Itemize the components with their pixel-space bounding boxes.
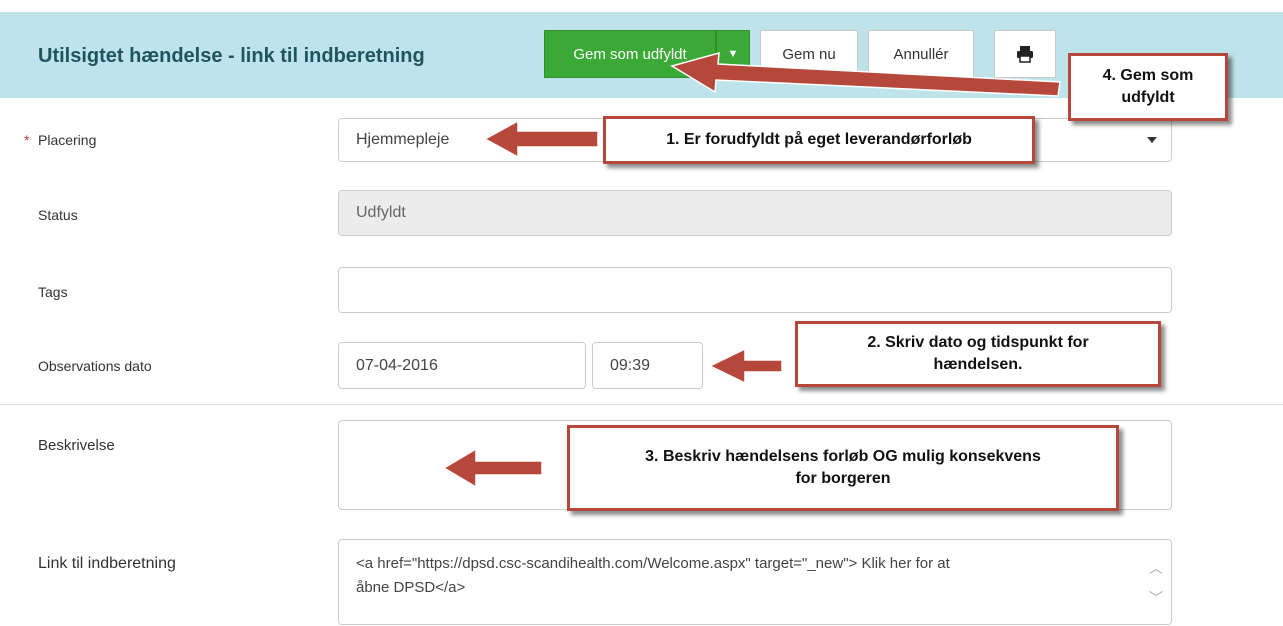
callout-3-line-1: 3. Beskriv hændelsens forløb OG mulig ko… (645, 448, 1041, 465)
chevron-down-icon (1147, 137, 1157, 143)
link-label: Link til indberetning (38, 555, 176, 572)
page-title: Utilsigtet hændelse - link til indberetn… (38, 45, 425, 67)
callout-1-text: 1. Er forudfyldt på eget leverandørforlø… (666, 131, 972, 148)
callout-2-line-1: 2. Skriv dato og tidspunkt for (867, 334, 1089, 351)
callout-1: 1. Er forudfyldt på eget leverandørforlø… (603, 116, 1035, 164)
callout-4-line-1: 4. Gem som (1102, 67, 1194, 84)
placering-value: Hjemmepleje (356, 131, 450, 148)
observation-date-input[interactable]: 07-04-2016 (338, 342, 586, 389)
print-icon (1017, 46, 1033, 63)
callout-2: 2. Skriv dato og tidspunkt for hændelsen… (795, 321, 1161, 387)
status-field: Udfyldt (338, 190, 1172, 236)
callout-3-line-2: for borgeren (795, 470, 891, 487)
link-textarea[interactable]: <a href="https://dpsd.csc-scandihealth.c… (338, 539, 1172, 625)
description-label: Beskrivelse (38, 437, 115, 454)
tags-input[interactable] (338, 267, 1172, 313)
observation-date-value: 07-04-2016 (356, 356, 438, 374)
section-divider (0, 404, 1283, 405)
callout-4: 4. Gem som udfyldt (1068, 53, 1228, 121)
save-as-filled-button[interactable]: Gem som udfyldt (544, 30, 716, 78)
print-button[interactable] (994, 30, 1056, 78)
required-marker: * (24, 132, 30, 148)
scroll-down-icon[interactable]: ﹀ (1149, 586, 1163, 610)
scroll-up-icon[interactable]: ︿ (1149, 556, 1163, 580)
callout-3: 3. Beskriv hændelsens forløb OG mulig ko… (567, 425, 1119, 511)
tags-label: Tags (38, 284, 68, 300)
save-options-dropdown-button[interactable]: ▼ (716, 30, 750, 78)
status-value: Udfyldt (356, 204, 406, 221)
observation-date-label: Observations dato (38, 358, 152, 374)
link-line-2: åbne DPSD</a> (356, 579, 466, 596)
caret-down-icon: ▼ (727, 48, 739, 60)
cancel-button[interactable]: Annullér (868, 30, 974, 78)
observation-time-value: 09:39 (610, 356, 651, 374)
callout-2-line-2: hændelsen. (933, 356, 1023, 373)
save-now-button[interactable]: Gem nu (760, 30, 858, 78)
callout-4-line-2: udfyldt (1121, 89, 1175, 106)
observation-time-input[interactable]: 09:39 (592, 342, 703, 389)
arrow-2-icon (708, 347, 783, 385)
link-line-1: <a href="https://dpsd.csc-scandihealth.c… (356, 555, 950, 572)
placering-label: Placering (38, 132, 97, 148)
status-label: Status (38, 207, 78, 223)
